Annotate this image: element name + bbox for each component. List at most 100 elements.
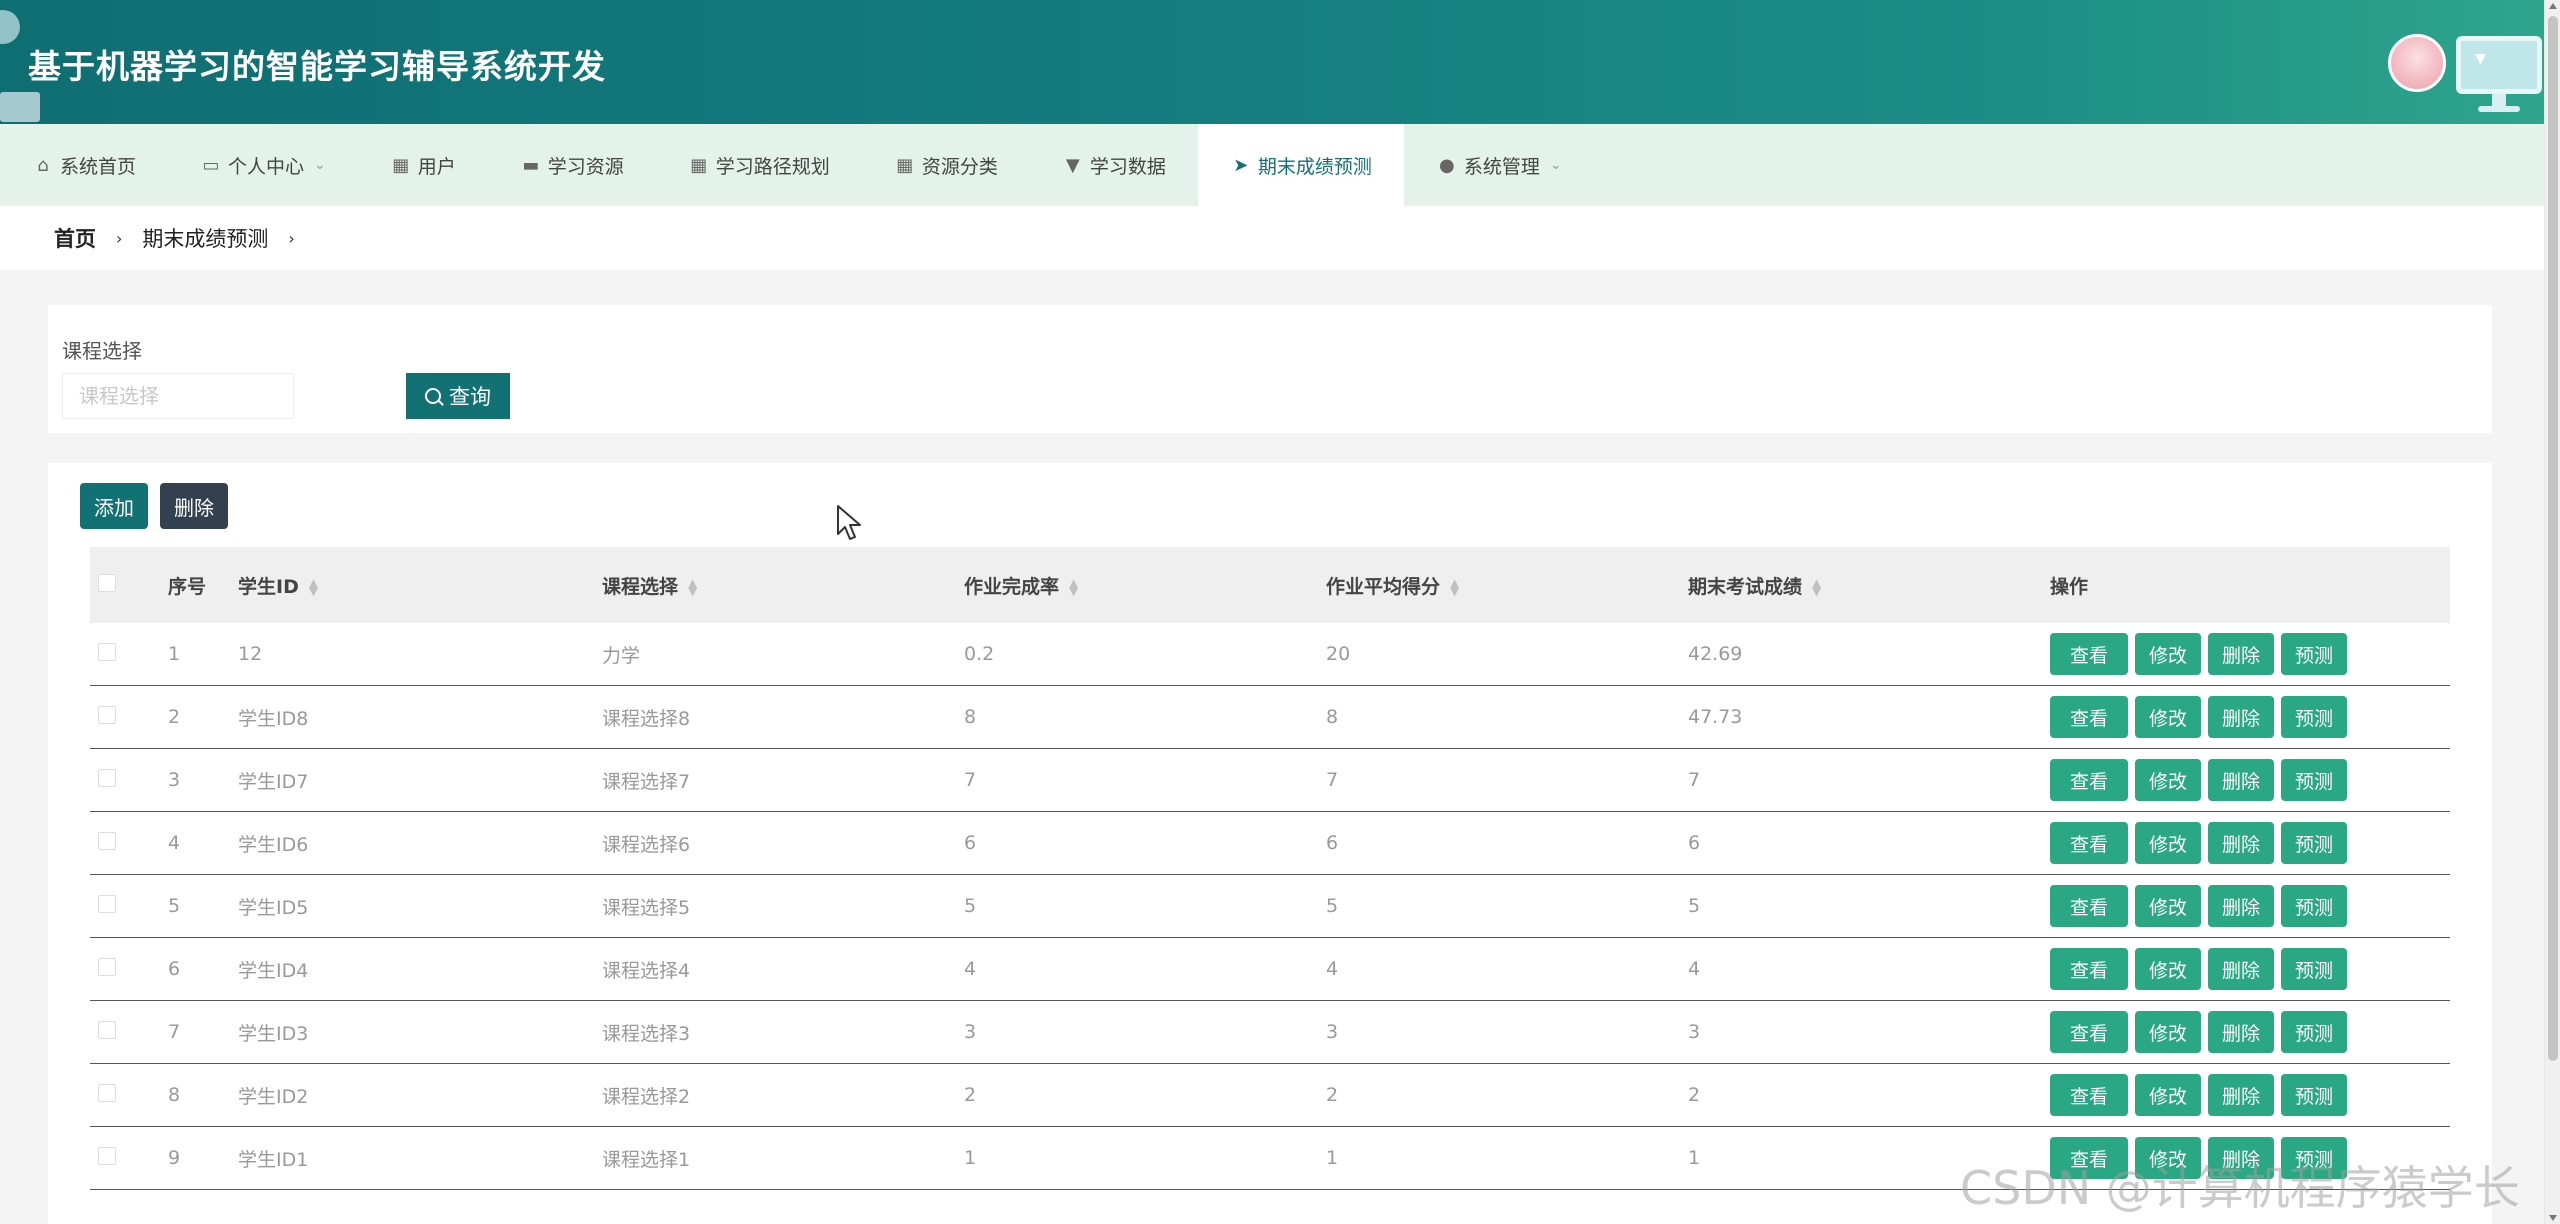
scrollbar-thumb[interactable]	[2548, 16, 2558, 1061]
nav-item-5[interactable]: ▦ 资源分类	[862, 124, 1030, 206]
nav-item-label: 期末成绩预测	[1257, 155, 1372, 178]
scroll-up-icon[interactable]	[2549, 3, 2557, 9]
cell-student-id: 学生ID2	[238, 1085, 309, 1108]
header-course[interactable]: 课程选择 ▲ ▼	[602, 572, 964, 599]
edit-button[interactable]: 修改	[2135, 1074, 2201, 1116]
course-filter-input[interactable]	[62, 373, 294, 419]
decorative-bubble	[0, 10, 20, 44]
cell-hw-avg: 3	[1326, 1021, 1339, 1043]
nav-item-3[interactable]: ▬ 学习资源	[488, 124, 656, 206]
cell-hw-avg: 7	[1326, 769, 1339, 791]
sort-icon[interactable]: ▲ ▼	[688, 577, 697, 597]
nav-item-1[interactable]: ▭ 个人中心 ⌄	[168, 124, 358, 206]
delete-button[interactable]: 删除	[2208, 885, 2274, 927]
cell-course: 力学	[602, 644, 641, 667]
row-checkbox[interactable]	[98, 642, 116, 661]
cell-hw-avg: 1	[1326, 1147, 1339, 1169]
decorative-device	[0, 92, 40, 122]
edit-button[interactable]: 修改	[2135, 633, 2201, 675]
view-button[interactable]: 查看	[2050, 633, 2128, 675]
sort-icon[interactable]: ▲ ▼	[1812, 577, 1821, 597]
cell-student-id: 学生ID5	[238, 896, 309, 919]
delete-button[interactable]: 删除	[2208, 822, 2274, 864]
select-all-checkbox[interactable]	[98, 573, 116, 592]
row-checkbox[interactable]	[98, 831, 116, 850]
sort-icon[interactable]: ▲ ▼	[1450, 577, 1459, 597]
grid-icon: ▦	[392, 154, 410, 176]
drive-icon: ▬	[522, 154, 540, 176]
cell-hw-rate: 4	[964, 958, 977, 980]
view-button[interactable]: 查看	[2050, 822, 2128, 864]
predict-button[interactable]: 预测	[2281, 633, 2347, 675]
breadcrumb-home[interactable]: 首页	[54, 223, 96, 253]
breadcrumb-current[interactable]: 期末成绩预测	[142, 223, 268, 253]
delete-button[interactable]: 删除	[2208, 633, 2274, 675]
view-button[interactable]: 查看	[2050, 948, 2128, 990]
predict-button[interactable]: 预测	[2281, 885, 2347, 927]
delete-button[interactable]: 删除	[2208, 759, 2274, 801]
nav-item-0[interactable]: ⌂ 系统首页	[0, 124, 168, 206]
row-checkbox[interactable]	[98, 768, 116, 787]
delete-button[interactable]: 删除	[2208, 1074, 2274, 1116]
row-checkbox[interactable]	[98, 957, 116, 976]
watermark: CSDN @计算机程序猿学长	[1960, 1161, 2520, 1215]
header-hw-avg[interactable]: 作业平均得分 ▲ ▼	[1326, 572, 1688, 599]
predict-button[interactable]: 预测	[2281, 1011, 2347, 1053]
predict-button[interactable]: 预测	[2281, 948, 2347, 990]
sort-icon[interactable]: ▲ ▼	[309, 577, 318, 597]
nav-item-2[interactable]: ▦ 用户	[358, 124, 488, 206]
view-button[interactable]: 查看	[2050, 759, 2128, 801]
user-icon: ●	[1439, 154, 1455, 176]
delete-button[interactable]: 删除	[2208, 948, 2274, 990]
header-final[interactable]: 期末考试成绩 ▲ ▼	[1688, 572, 2050, 599]
cell-hw-rate: 1	[964, 1147, 977, 1169]
predict-button[interactable]: 预测	[2281, 696, 2347, 738]
nav-item-6[interactable]: ▼ 学习数据	[1030, 124, 1198, 206]
view-button[interactable]: 查看	[2050, 1074, 2128, 1116]
user-avatar[interactable]	[2388, 34, 2446, 92]
table-row: 7 学生ID3 课程选择3 3 3 3 查看 修改 删除 预测	[90, 1001, 2450, 1064]
batch-delete-button[interactable]: 删除	[160, 483, 228, 529]
edit-button[interactable]: 修改	[2135, 1011, 2201, 1053]
add-button[interactable]: 添加	[80, 483, 148, 529]
table-row: 4 学生ID6 课程选择6 6 6 6 查看 修改 删除 预测	[90, 812, 2450, 875]
edit-button[interactable]: 修改	[2135, 696, 2201, 738]
delete-button[interactable]: 删除	[2208, 1011, 2274, 1053]
edit-button[interactable]: 修改	[2135, 822, 2201, 864]
view-button[interactable]: 查看	[2050, 696, 2128, 738]
predict-button[interactable]: 预测	[2281, 759, 2347, 801]
header-final-label: 期末考试成绩	[1688, 575, 1803, 598]
view-button[interactable]: 查看	[2050, 1011, 2128, 1053]
row-checkbox[interactable]	[98, 1146, 116, 1165]
nav-item-8[interactable]: ● 系统管理 ⌄	[1404, 124, 1594, 206]
row-checkbox[interactable]	[98, 1083, 116, 1102]
cell-no: 6	[168, 958, 181, 980]
header-course-label: 课程选择	[602, 575, 679, 598]
predict-button[interactable]: 预测	[2281, 1074, 2347, 1116]
scroll-down-icon[interactable]	[2549, 1215, 2557, 1221]
query-button[interactable]: 查询	[406, 373, 510, 419]
header-hw-rate[interactable]: 作业完成率 ▲ ▼	[964, 572, 1326, 599]
cell-final: 4	[1688, 958, 1701, 980]
mouse-cursor-icon	[837, 505, 861, 540]
chevron-down-icon: ⌄	[1549, 157, 1562, 173]
header-student-id[interactable]: 学生ID ▲ ▼	[238, 572, 602, 599]
edit-button[interactable]: 修改	[2135, 759, 2201, 801]
nav-item-label: 学习资源	[547, 155, 624, 178]
nav-item-4[interactable]: ▦ 学习路径规划	[656, 124, 862, 206]
cell-hw-avg: 8	[1326, 706, 1339, 728]
paper-plane-icon: ➤	[1233, 154, 1249, 176]
row-checkbox[interactable]	[98, 705, 116, 724]
predict-button[interactable]: 预测	[2281, 822, 2347, 864]
delete-button[interactable]: 删除	[2208, 696, 2274, 738]
nav-item-7[interactable]: ➤ 期末成绩预测	[1197, 124, 1404, 206]
view-button[interactable]: 查看	[2050, 885, 2128, 927]
table-row: 1 12 力学 0.2 20 42.69 查看 修改 删除 预测	[90, 623, 2450, 686]
row-checkbox[interactable]	[98, 1020, 116, 1039]
cell-no: 2	[168, 706, 181, 728]
page-scrollbar[interactable]	[2544, 0, 2560, 1224]
sort-icon[interactable]: ▲ ▼	[1069, 577, 1078, 597]
edit-button[interactable]: 修改	[2135, 948, 2201, 990]
edit-button[interactable]: 修改	[2135, 885, 2201, 927]
row-checkbox[interactable]	[98, 894, 116, 913]
